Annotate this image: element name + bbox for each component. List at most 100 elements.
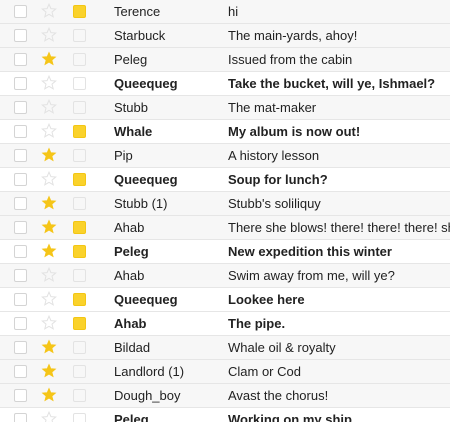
star-outline-icon[interactable] xyxy=(41,99,57,115)
label-marker-empty[interactable] xyxy=(73,197,86,210)
message-row[interactable]: Pip A history lesson xyxy=(0,144,450,168)
message-subject: Take the bucket, will ye, Ishmael? xyxy=(228,76,436,91)
message-row[interactable]: Stubb The mat-maker xyxy=(0,96,450,120)
select-checkbox[interactable] xyxy=(14,101,27,114)
message-row[interactable]: Peleg New expedition this winter xyxy=(0,240,450,264)
star-outline-icon[interactable] xyxy=(41,123,57,139)
sender-name: Stubb xyxy=(114,100,148,115)
sender-name: Peleg xyxy=(114,244,149,259)
message-row[interactable]: Starbuck The main-yards, ahoy! xyxy=(0,24,450,48)
label-marker-empty[interactable] xyxy=(73,77,86,90)
sender-name: Ahab xyxy=(114,220,145,235)
label-marker-yellow[interactable] xyxy=(73,245,86,258)
select-checkbox[interactable] xyxy=(14,413,27,422)
select-checkbox[interactable] xyxy=(14,221,27,234)
message-row[interactable]: Ahab The pipe. xyxy=(0,312,450,336)
sender-name: Terence xyxy=(114,4,161,19)
star-outline-icon[interactable] xyxy=(41,315,57,331)
label-marker-yellow[interactable] xyxy=(73,5,86,18)
star-filled-icon[interactable] xyxy=(41,147,57,163)
sender-name: Whale xyxy=(114,124,153,139)
star-outline-icon[interactable] xyxy=(41,171,57,187)
select-checkbox[interactable] xyxy=(14,77,27,90)
message-row[interactable]: Terence hi xyxy=(0,0,450,24)
message-subject: A history lesson xyxy=(228,148,320,163)
message-subject: New expedition this winter xyxy=(228,244,392,259)
message-row[interactable]: Whale My album is now out! xyxy=(0,120,450,144)
label-marker-empty[interactable] xyxy=(73,413,86,422)
star-outline-icon[interactable] xyxy=(41,291,57,307)
sender-name: Pip xyxy=(114,148,133,163)
label-marker-yellow[interactable] xyxy=(73,173,86,186)
sender-name: Queequeg xyxy=(114,172,178,187)
select-checkbox[interactable] xyxy=(14,245,27,258)
message-row[interactable]: Landlord (1) Clam or Cod xyxy=(0,360,450,384)
select-checkbox[interactable] xyxy=(14,149,27,162)
message-row[interactable]: Dough_boy Avast the chorus! xyxy=(0,384,450,408)
message-subject: Stubb's soliliquy xyxy=(228,196,321,211)
message-subject: Working on my ship xyxy=(228,412,352,422)
label-marker-empty[interactable] xyxy=(73,149,86,162)
label-marker-yellow[interactable] xyxy=(73,125,86,138)
star-filled-icon[interactable] xyxy=(41,195,57,211)
select-checkbox[interactable] xyxy=(14,317,27,330)
message-row[interactable]: Queequeg Soup for lunch? xyxy=(0,168,450,192)
message-subject: The mat-maker xyxy=(228,100,317,115)
star-filled-icon[interactable] xyxy=(41,363,57,379)
select-checkbox[interactable] xyxy=(14,197,27,210)
label-marker-empty[interactable] xyxy=(73,269,86,282)
star-outline-icon[interactable] xyxy=(41,27,57,43)
star-outline-icon[interactable] xyxy=(41,411,57,422)
star-outline-icon[interactable] xyxy=(41,267,57,283)
label-marker-empty[interactable] xyxy=(73,341,86,354)
message-row[interactable]: Peleg Issued from the cabin xyxy=(0,48,450,72)
message-row[interactable]: Bildad Whale oil & royalty xyxy=(0,336,450,360)
sender-name: Starbuck xyxy=(114,28,166,43)
select-checkbox[interactable] xyxy=(14,5,27,18)
sender-name: Ahab xyxy=(114,316,147,331)
message-row[interactable]: Ahab Swim away from me, will ye? xyxy=(0,264,450,288)
star-filled-icon[interactable] xyxy=(41,339,57,355)
label-marker-empty[interactable] xyxy=(73,29,86,42)
label-marker-empty[interactable] xyxy=(73,53,86,66)
message-subject: Issued from the cabin xyxy=(228,52,353,67)
message-subject: hi xyxy=(228,4,239,19)
sender-name: Landlord (1) xyxy=(114,364,185,379)
star-filled-icon[interactable] xyxy=(41,219,57,235)
message-row[interactable]: Ahab There she blows! there! there! there… xyxy=(0,216,450,240)
star-filled-icon[interactable] xyxy=(41,387,57,403)
label-marker-empty[interactable] xyxy=(73,389,86,402)
message-subject: There she blows! there! there! there! sh… xyxy=(228,220,450,235)
star-filled-icon[interactable] xyxy=(41,51,57,67)
label-marker-yellow[interactable] xyxy=(73,293,86,306)
sender-name: Dough_boy xyxy=(114,388,181,403)
sender-name: Queequeg xyxy=(114,76,178,91)
star-outline-icon[interactable] xyxy=(41,75,57,91)
message-subject: The pipe. xyxy=(228,316,286,331)
message-row[interactable]: Stubb (1) Stubb's soliliquy xyxy=(0,192,450,216)
select-checkbox[interactable] xyxy=(14,29,27,42)
message-subject: The main-yards, ahoy! xyxy=(228,28,358,43)
message-row[interactable]: Queequeg Take the bucket, will ye, Ishmae… xyxy=(0,72,450,96)
label-marker-yellow[interactable] xyxy=(73,317,86,330)
select-checkbox[interactable] xyxy=(14,53,27,66)
star-filled-icon[interactable] xyxy=(41,243,57,259)
star-outline-icon[interactable] xyxy=(41,3,57,19)
select-checkbox[interactable] xyxy=(14,173,27,186)
select-checkbox[interactable] xyxy=(14,125,27,138)
message-subject: Clam or Cod xyxy=(228,364,301,379)
label-marker-empty[interactable] xyxy=(73,365,86,378)
message-subject: Soup for lunch? xyxy=(228,172,328,187)
select-checkbox[interactable] xyxy=(14,341,27,354)
select-checkbox[interactable] xyxy=(14,389,27,402)
message-row[interactable]: Peleg Working on my ship xyxy=(0,408,450,422)
label-marker-empty[interactable] xyxy=(73,101,86,114)
label-marker-yellow[interactable] xyxy=(73,221,86,234)
sender-name: Stubb (1) xyxy=(114,196,168,211)
select-checkbox[interactable] xyxy=(14,293,27,306)
select-checkbox[interactable] xyxy=(14,365,27,378)
sender-name: Peleg xyxy=(114,52,148,67)
select-checkbox[interactable] xyxy=(14,269,27,282)
message-row[interactable]: Queequeg Lookee here xyxy=(0,288,450,312)
sender-name: Peleg xyxy=(114,412,149,422)
